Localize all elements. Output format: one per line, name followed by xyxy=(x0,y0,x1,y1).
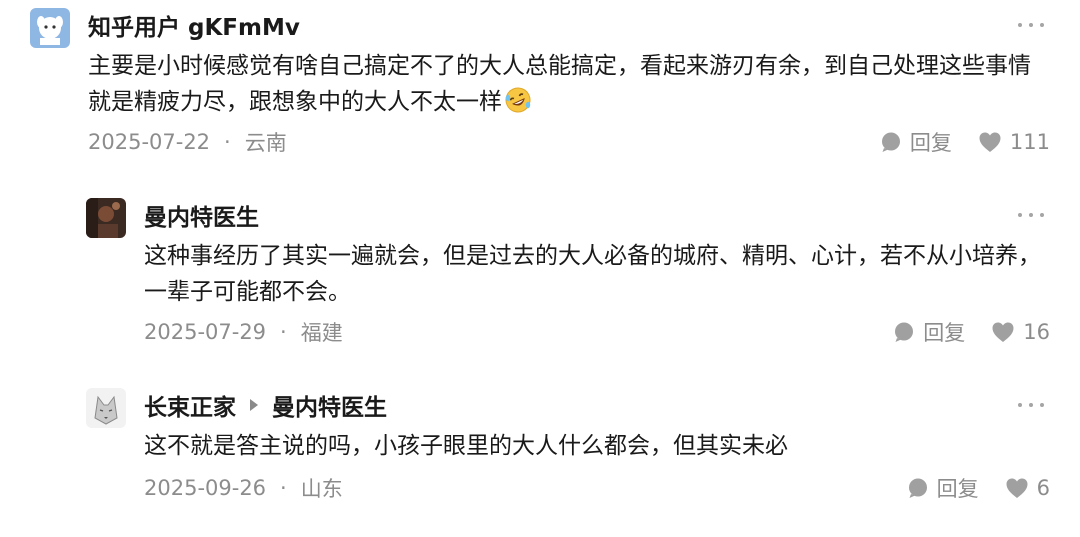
author-name-row: 知乎用户 gKFmMv xyxy=(88,8,300,42)
reply-button[interactable]: 回复 xyxy=(893,317,965,347)
comment-actions: 回复 6 xyxy=(907,473,1050,503)
comment-meta: 2025-09-26 · 山东 xyxy=(144,473,343,503)
author-name-row: 长束正家 曼内特医生 xyxy=(144,388,387,422)
reply-label: 回复 xyxy=(923,321,966,345)
meta-separator: · xyxy=(224,130,231,154)
meta-separator: · xyxy=(280,476,287,500)
more-options-icon[interactable] xyxy=(1018,20,1044,30)
comment-meta: 2025-07-29 · 福建 xyxy=(144,317,343,347)
comment-location: 福建 xyxy=(300,321,343,345)
heart-icon xyxy=(979,132,1001,152)
author-name[interactable]: 长束正家 xyxy=(144,388,236,422)
avatar[interactable] xyxy=(86,198,126,238)
comment-text: 这不就是答主说的吗，小孩子眼里的大人什么都会，但其实未必 xyxy=(144,433,788,459)
cartoon-character-avatar-icon xyxy=(30,8,70,48)
more-options-icon[interactable] xyxy=(1018,400,1044,410)
meta-separator: · xyxy=(280,320,287,344)
author-name[interactable]: 知乎用户 gKFmMv xyxy=(88,8,300,42)
reply-button[interactable]: 回复 xyxy=(880,127,952,157)
wolf-sketch-avatar-icon xyxy=(86,388,126,428)
more-options-icon[interactable] xyxy=(1018,210,1044,220)
avatar[interactable] xyxy=(86,388,126,428)
heart-icon xyxy=(1006,478,1028,498)
heart-icon xyxy=(992,322,1014,342)
comment-date: 2025-07-29 xyxy=(144,320,267,344)
reply-button[interactable]: 回复 xyxy=(907,473,979,503)
comment-location: 云南 xyxy=(244,131,287,155)
comment-location: 山东 xyxy=(300,477,343,501)
like-button[interactable]: 16 xyxy=(991,320,1050,344)
author-name[interactable]: 曼内特医生 xyxy=(144,198,259,232)
author-name-row: 曼内特医生 xyxy=(144,198,259,232)
rolling-on-floor-laughing-emoji-icon xyxy=(505,87,531,113)
reply-label: 回复 xyxy=(909,131,952,155)
comment-bubble-icon xyxy=(881,132,900,152)
like-count: 111 xyxy=(1009,130,1050,154)
comment-date: 2025-09-26 xyxy=(144,476,267,500)
comment-date: 2025-07-22 xyxy=(88,130,211,154)
reply-to-name[interactable]: 曼内特医生 xyxy=(272,388,387,422)
comment-bubble-icon xyxy=(895,322,914,342)
comment-meta: 2025-07-22 · 云南 xyxy=(88,127,287,157)
comment-text: 这种事经历了其实一遍就会，但是过去的大人必备的城府、精明、心计，若不从小培养，一… xyxy=(144,243,1041,305)
like-button[interactable]: 6 xyxy=(1005,476,1050,500)
like-count: 6 xyxy=(1036,476,1050,500)
like-count: 16 xyxy=(1023,320,1050,344)
like-button[interactable]: 111 xyxy=(978,130,1050,154)
comment-bubble-icon xyxy=(908,478,927,498)
comment-actions: 回复 111 xyxy=(880,127,1050,157)
reply-arrow-icon xyxy=(250,399,258,411)
reply-label: 回复 xyxy=(936,477,979,501)
comment-text: 主要是小时候感觉有啥自己搞定不了的大人总能搞定，看起来游刃有余，到自己处理这些事… xyxy=(88,53,1031,115)
comment-actions: 回复 16 xyxy=(893,317,1050,347)
avatar[interactable] xyxy=(30,8,70,48)
dark-photo-avatar-icon xyxy=(86,198,126,238)
